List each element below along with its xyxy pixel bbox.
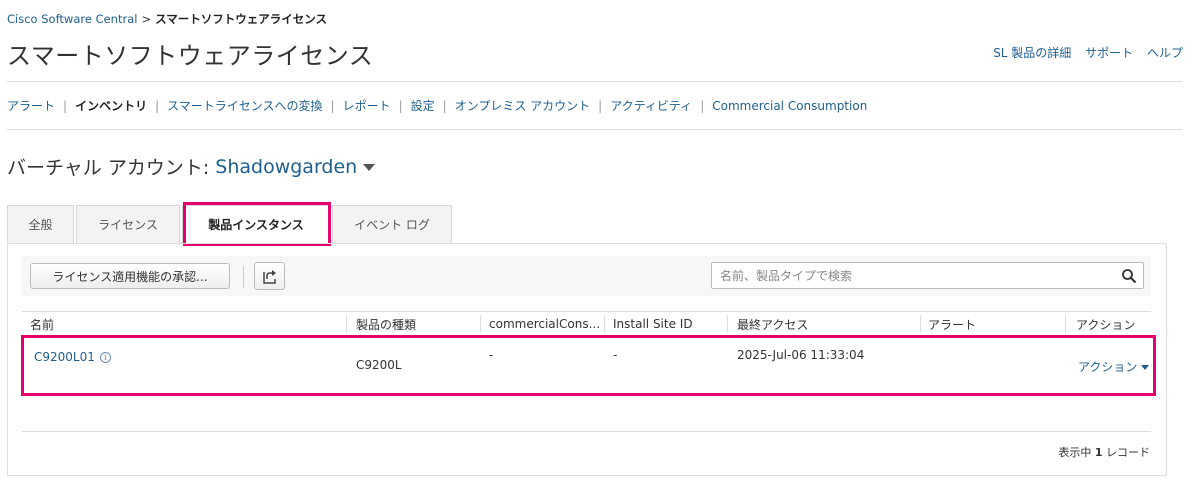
top-links: SL 製品の詳細 サポート ヘルプ	[983, 44, 1183, 61]
nav-separator: |	[700, 98, 705, 113]
search-icon[interactable]	[1121, 268, 1137, 284]
column-header-commercial-consumption[interactable]: commercialCons...	[489, 312, 601, 336]
nav-separator: |	[155, 98, 160, 113]
nav-separator: |	[442, 98, 447, 113]
nav-separator: |	[398, 98, 403, 113]
main-nav: アラート | インベントリ | スマートライセンスへの変換 | レポート | 設…	[7, 97, 867, 114]
toolbar-divider	[243, 266, 244, 288]
export-button[interactable]	[254, 262, 285, 290]
column-header-actions: アクション	[1076, 317, 1136, 332]
table-header: 名前 製品の種類 commercialCons... Install Site …	[22, 311, 1151, 337]
column-header-install-site-id[interactable]: Install Site ID	[613, 312, 723, 336]
search-input[interactable]	[720, 267, 1110, 285]
page-title: スマートソフトウェアライセンス	[7, 42, 374, 70]
row-highlight-box	[21, 335, 1156, 396]
virtual-account-name[interactable]: Shadowgarden	[215, 156, 357, 178]
virtual-account-label: バーチャル アカウント:	[7, 157, 210, 179]
column-header-name[interactable]: 名前	[30, 312, 340, 336]
nav-separator: |	[63, 98, 68, 113]
column-divider	[727, 315, 728, 333]
nav-separator: |	[598, 98, 603, 113]
nav-divider	[7, 129, 1182, 130]
column-header-last-access[interactable]: 最終アクセス	[737, 312, 907, 336]
export-icon	[262, 270, 276, 284]
record-count-prefix: 表示中	[1058, 446, 1092, 459]
help-link[interactable]: ヘルプ	[1147, 46, 1183, 60]
nav-item-inventory[interactable]: インベントリ	[75, 97, 147, 114]
virtual-account-selector: バーチャル アカウント: Shadowgarden	[7, 153, 376, 180]
column-header-alerts[interactable]: アラート	[928, 312, 1058, 336]
sl-product-details-link[interactable]: SL 製品の詳細	[993, 46, 1071, 60]
table-footer-divider	[22, 431, 1151, 432]
tab-event-log[interactable]: イベント ログ	[332, 205, 452, 243]
nav-item-reports[interactable]: レポート	[343, 97, 391, 114]
nav-item-commercial-consumption[interactable]: Commercial Consumption	[712, 99, 867, 113]
nav-separator: |	[330, 98, 335, 113]
tab-licenses[interactable]: ライセンス	[76, 205, 180, 243]
nav-item-preferences[interactable]: 設定	[411, 97, 435, 114]
column-header-product-type[interactable]: 製品の種類	[356, 312, 476, 336]
breadcrumb-separator: >	[141, 12, 152, 26]
support-link[interactable]: サポート	[1085, 46, 1133, 60]
column-divider	[604, 315, 605, 333]
column-divider	[346, 315, 347, 333]
nav-item-convert-to-smart-licensing[interactable]: スマートライセンスへの変換	[167, 97, 322, 114]
column-divider	[480, 315, 481, 333]
record-count: 表示中 1 レコード	[1058, 444, 1150, 460]
column-divider	[1065, 315, 1066, 333]
chevron-down-icon[interactable]	[363, 164, 376, 171]
breadcrumb: Cisco Software Central > スマートソフトウェアライセンス	[7, 11, 327, 27]
tab-highlight-box	[183, 202, 331, 246]
breadcrumb-root-link[interactable]: Cisco Software Central	[7, 12, 137, 26]
search-field	[711, 262, 1144, 289]
nav-item-activity[interactable]: アクティビティ	[610, 97, 692, 114]
nav-item-on-prem-accounts[interactable]: オンプレミス アカウント	[455, 97, 590, 114]
column-divider	[920, 315, 921, 333]
tab-general[interactable]: 全般	[7, 205, 74, 243]
record-count-suffix: レコード	[1106, 446, 1150, 459]
breadcrumb-current: スマートソフトウェアライセンス	[155, 12, 328, 26]
nav-item-alerts[interactable]: アラート	[7, 97, 55, 114]
approve-license-enforced-features-button[interactable]: ライセンス適用機能の承認...	[30, 263, 230, 289]
header-divider	[7, 81, 1182, 82]
record-count-value: 1	[1094, 446, 1103, 459]
